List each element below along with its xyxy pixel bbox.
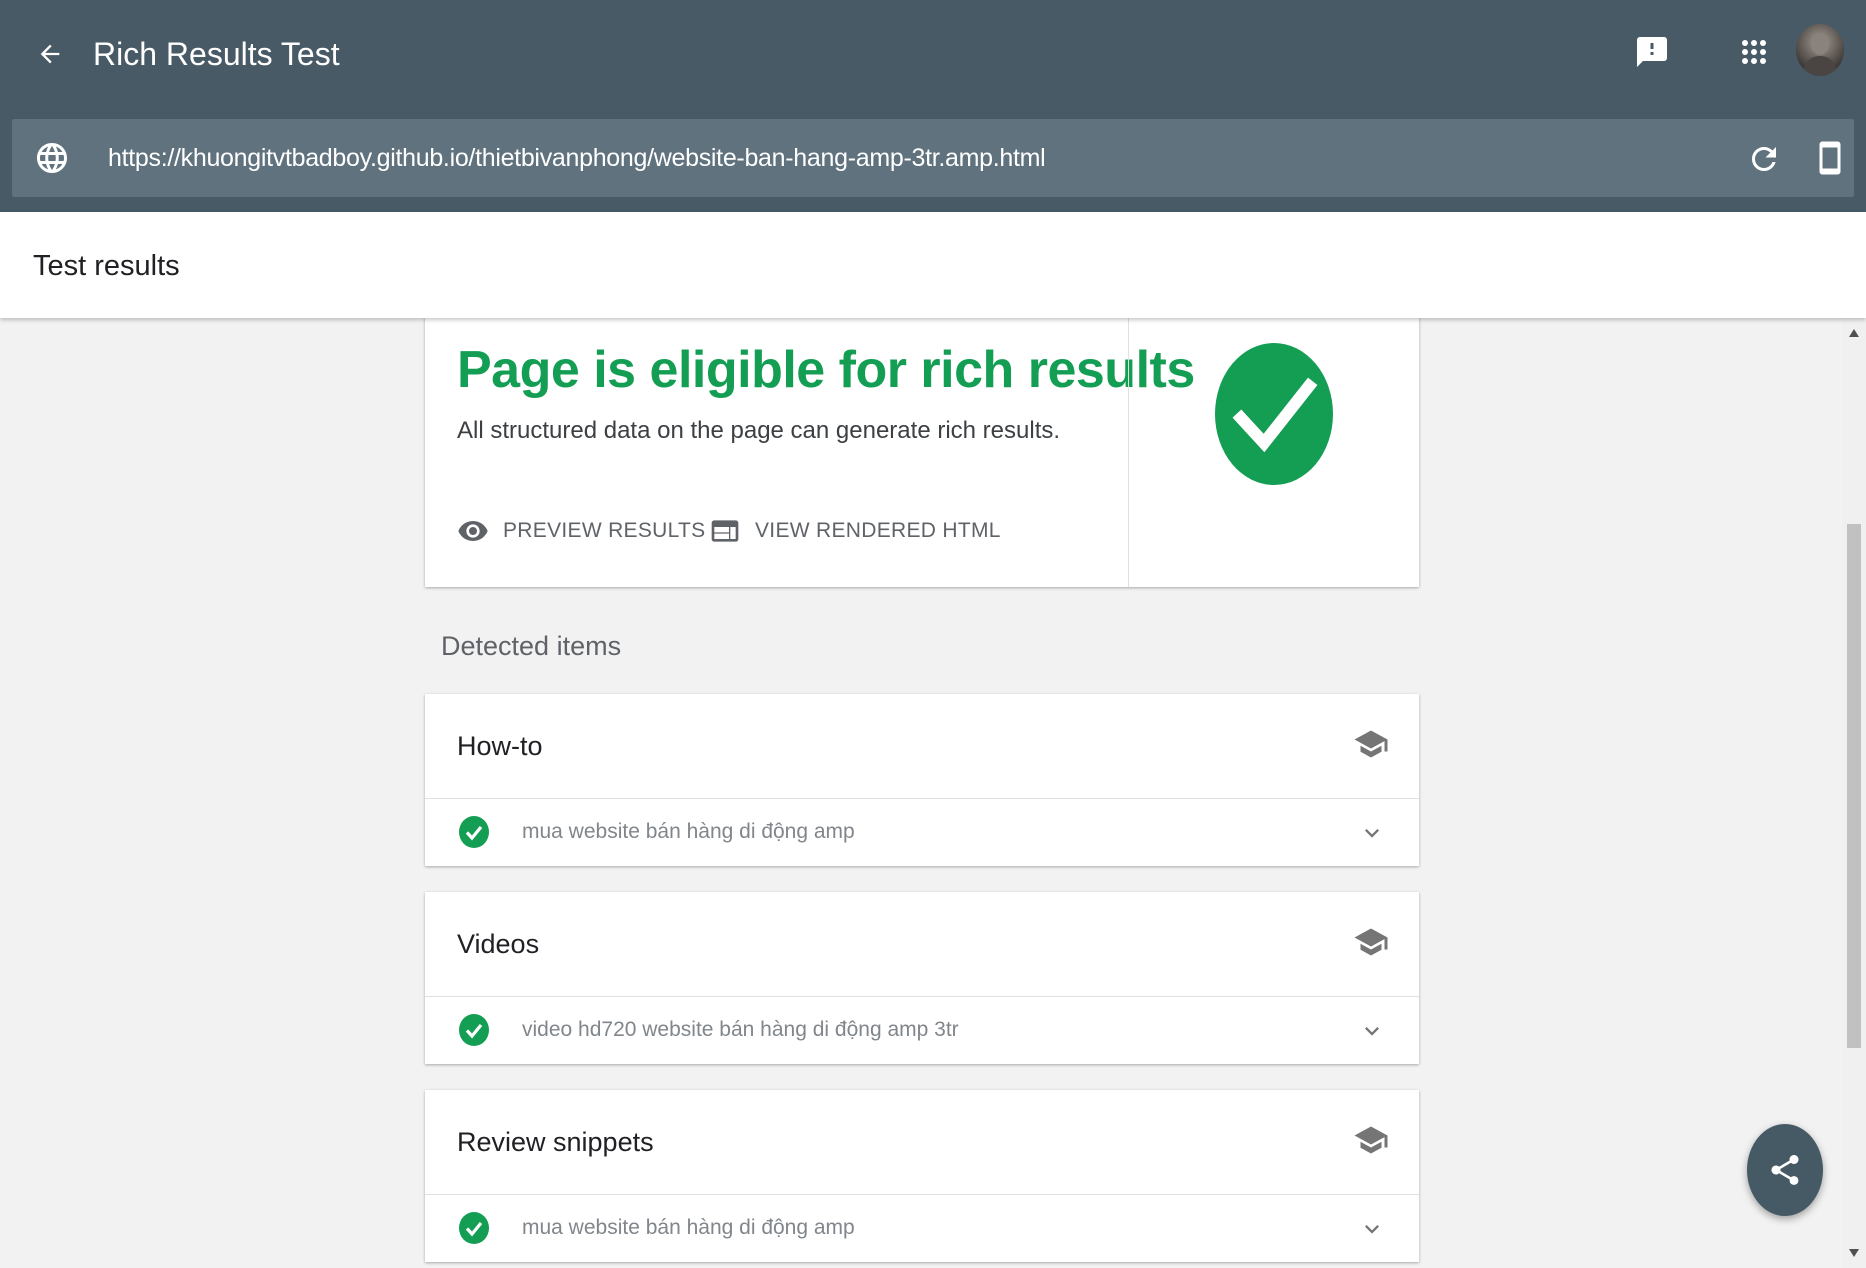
- chevron-down-icon[interactable]: [1358, 819, 1386, 847]
- share-icon: [1771, 1155, 1799, 1185]
- item-entry-label: mua website bán hàng di động amp: [522, 820, 855, 843]
- web-page-icon: [711, 520, 739, 542]
- url-input[interactable]: https://khuongitvtbadboy.github.io/thiet…: [108, 141, 1046, 175]
- url-bar: https://khuongitvtbadboy.github.io/thiet…: [12, 119, 1854, 197]
- preview-results-label: PREVIEW RESULTS: [503, 519, 706, 542]
- check-circle-icon: [458, 815, 490, 849]
- feedback-icon[interactable]: [1634, 32, 1670, 72]
- item-type-name: How-to: [457, 731, 543, 761]
- detected-item-card-review-snippets: Review snippets mua website bán hàng di …: [425, 1090, 1419, 1262]
- app-bar: Rich Results Test https://khuongitvtbadb…: [0, 0, 1866, 212]
- scroll-down-arrow-icon[interactable]: [1848, 1248, 1860, 1258]
- detected-item-card-howto: How-to mua website bán hàng di động amp: [425, 694, 1419, 866]
- result-description: All structured data on the page can gene…: [457, 417, 1061, 444]
- school-cap-icon[interactable]: [1353, 924, 1389, 960]
- result-summary-card: Page is eligible for rich results All st…: [425, 300, 1419, 587]
- page-title: Test results: [33, 250, 180, 282]
- eye-icon: [458, 521, 488, 541]
- item-entry-label: video hd720 website bán hàng di động amp…: [522, 1018, 959, 1041]
- item-row[interactable]: mua website bán hàng di động amp: [425, 1195, 1419, 1262]
- test-results-header: Test results: [0, 212, 1866, 318]
- item-row[interactable]: video hd720 website bán hàng di động amp…: [425, 997, 1419, 1064]
- share-button[interactable]: [1747, 1124, 1823, 1216]
- refresh-icon[interactable]: [1746, 141, 1782, 177]
- item-card-header[interactable]: Review snippets: [425, 1090, 1419, 1195]
- apps-grid-icon[interactable]: [1736, 34, 1772, 70]
- eligible-check-icon: [1214, 342, 1334, 486]
- view-rendered-html-label: VIEW RENDERED HTML: [755, 519, 1001, 542]
- result-headline: Page is eligible for rich results: [457, 341, 1195, 399]
- chevron-down-icon[interactable]: [1358, 1017, 1386, 1045]
- detected-item-card-videos: Videos video hd720 website bán hàng di đ…: [425, 892, 1419, 1064]
- check-circle-icon: [458, 1211, 490, 1245]
- smartphone-icon[interactable]: [1812, 137, 1848, 179]
- avatar[interactable]: [1796, 24, 1844, 76]
- check-circle-icon: [458, 1013, 490, 1047]
- school-cap-icon[interactable]: [1353, 1122, 1389, 1158]
- school-cap-icon[interactable]: [1353, 726, 1389, 762]
- item-type-name: Review snippets: [457, 1127, 654, 1157]
- preview-results-button[interactable]: PREVIEW RESULTS: [457, 511, 705, 551]
- view-rendered-html-button[interactable]: VIEW RENDERED HTML: [709, 511, 1001, 551]
- detected-items-label: Detected items: [441, 631, 622, 661]
- scrollbar[interactable]: [1842, 318, 1866, 1268]
- scrollbar-thumb[interactable]: [1847, 524, 1861, 1048]
- item-type-name: Videos: [457, 929, 540, 959]
- back-arrow-icon[interactable]: [30, 30, 70, 78]
- item-row[interactable]: mua website bán hàng di động amp: [425, 799, 1419, 866]
- scroll-up-arrow-icon[interactable]: [1848, 328, 1860, 338]
- app-title: Rich Results Test: [93, 36, 340, 72]
- globe-icon: [34, 140, 70, 176]
- item-card-header[interactable]: How-to: [425, 694, 1419, 799]
- item-entry-label: mua website bán hàng di động amp: [522, 1216, 855, 1239]
- chevron-down-icon[interactable]: [1358, 1215, 1386, 1243]
- item-card-header[interactable]: Videos: [425, 892, 1419, 997]
- card-divider: [1128, 300, 1129, 587]
